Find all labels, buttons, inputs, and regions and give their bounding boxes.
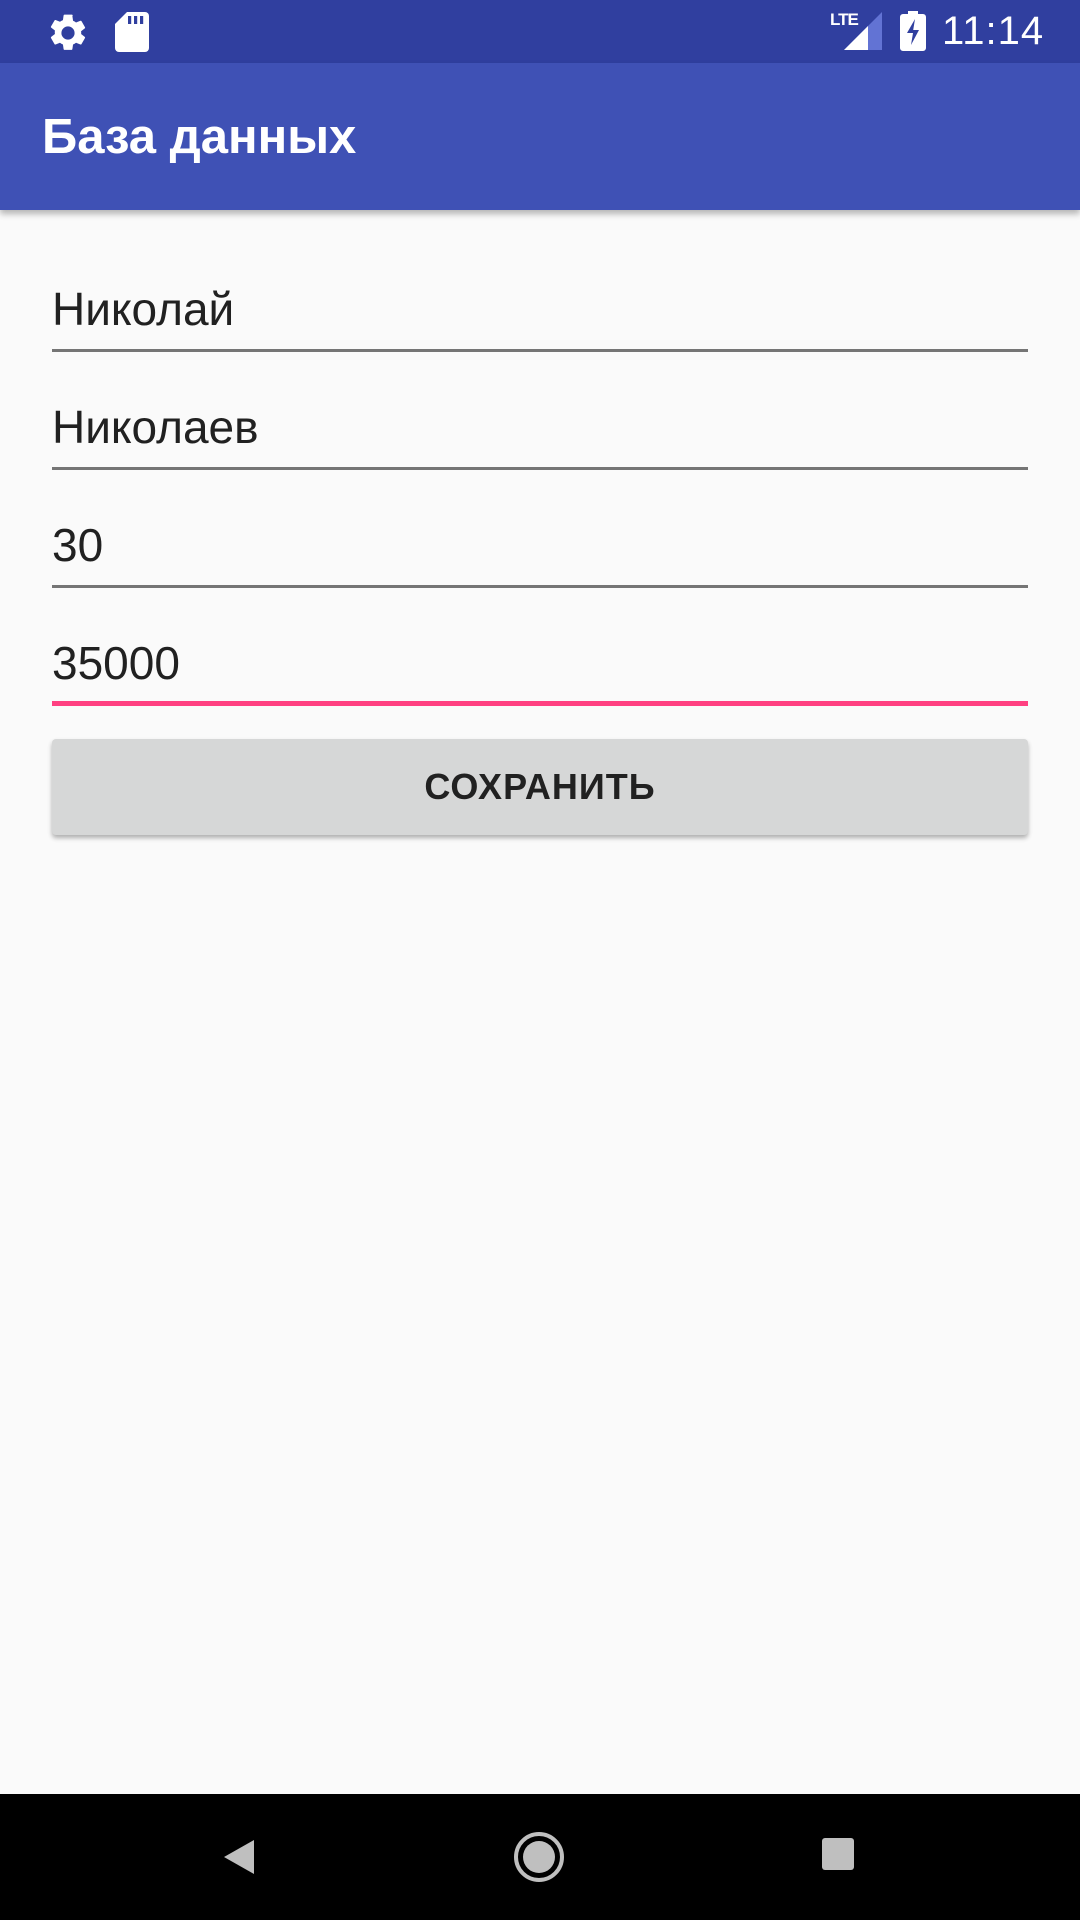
age-field <box>52 506 1028 588</box>
status-time: 11:14 <box>942 9 1045 53</box>
first-name-input[interactable] <box>52 270 1028 348</box>
battery-charging-icon <box>900 11 926 51</box>
first-name-underline <box>52 349 1028 352</box>
age-input[interactable] <box>52 506 1028 584</box>
screen: LTE 11:14 База данных СОХРАНИТЬ <box>0 0 1080 1920</box>
age-underline <box>52 585 1028 588</box>
status-bar: LTE 11:14 <box>0 0 1080 63</box>
app-bar: База данных <box>0 63 1080 210</box>
recents-icon[interactable] <box>820 1836 856 1872</box>
last-name-underline <box>52 467 1028 470</box>
last-name-field <box>52 388 1028 470</box>
first-name-field <box>52 270 1028 352</box>
save-button[interactable]: СОХРАНИТЬ <box>52 739 1028 835</box>
signal-icon <box>844 12 882 50</box>
gear-icon <box>50 14 86 50</box>
salary-input[interactable] <box>52 624 1028 702</box>
salary-field <box>52 624 1028 706</box>
home-icon[interactable] <box>512 1830 566 1884</box>
back-icon[interactable] <box>218 1832 268 1882</box>
salary-underline-focused <box>52 701 1028 706</box>
sd-card-icon <box>115 12 149 52</box>
last-name-input[interactable] <box>52 388 1028 466</box>
navigation-bar <box>0 1794 1080 1920</box>
app-title: База данных <box>42 110 357 164</box>
